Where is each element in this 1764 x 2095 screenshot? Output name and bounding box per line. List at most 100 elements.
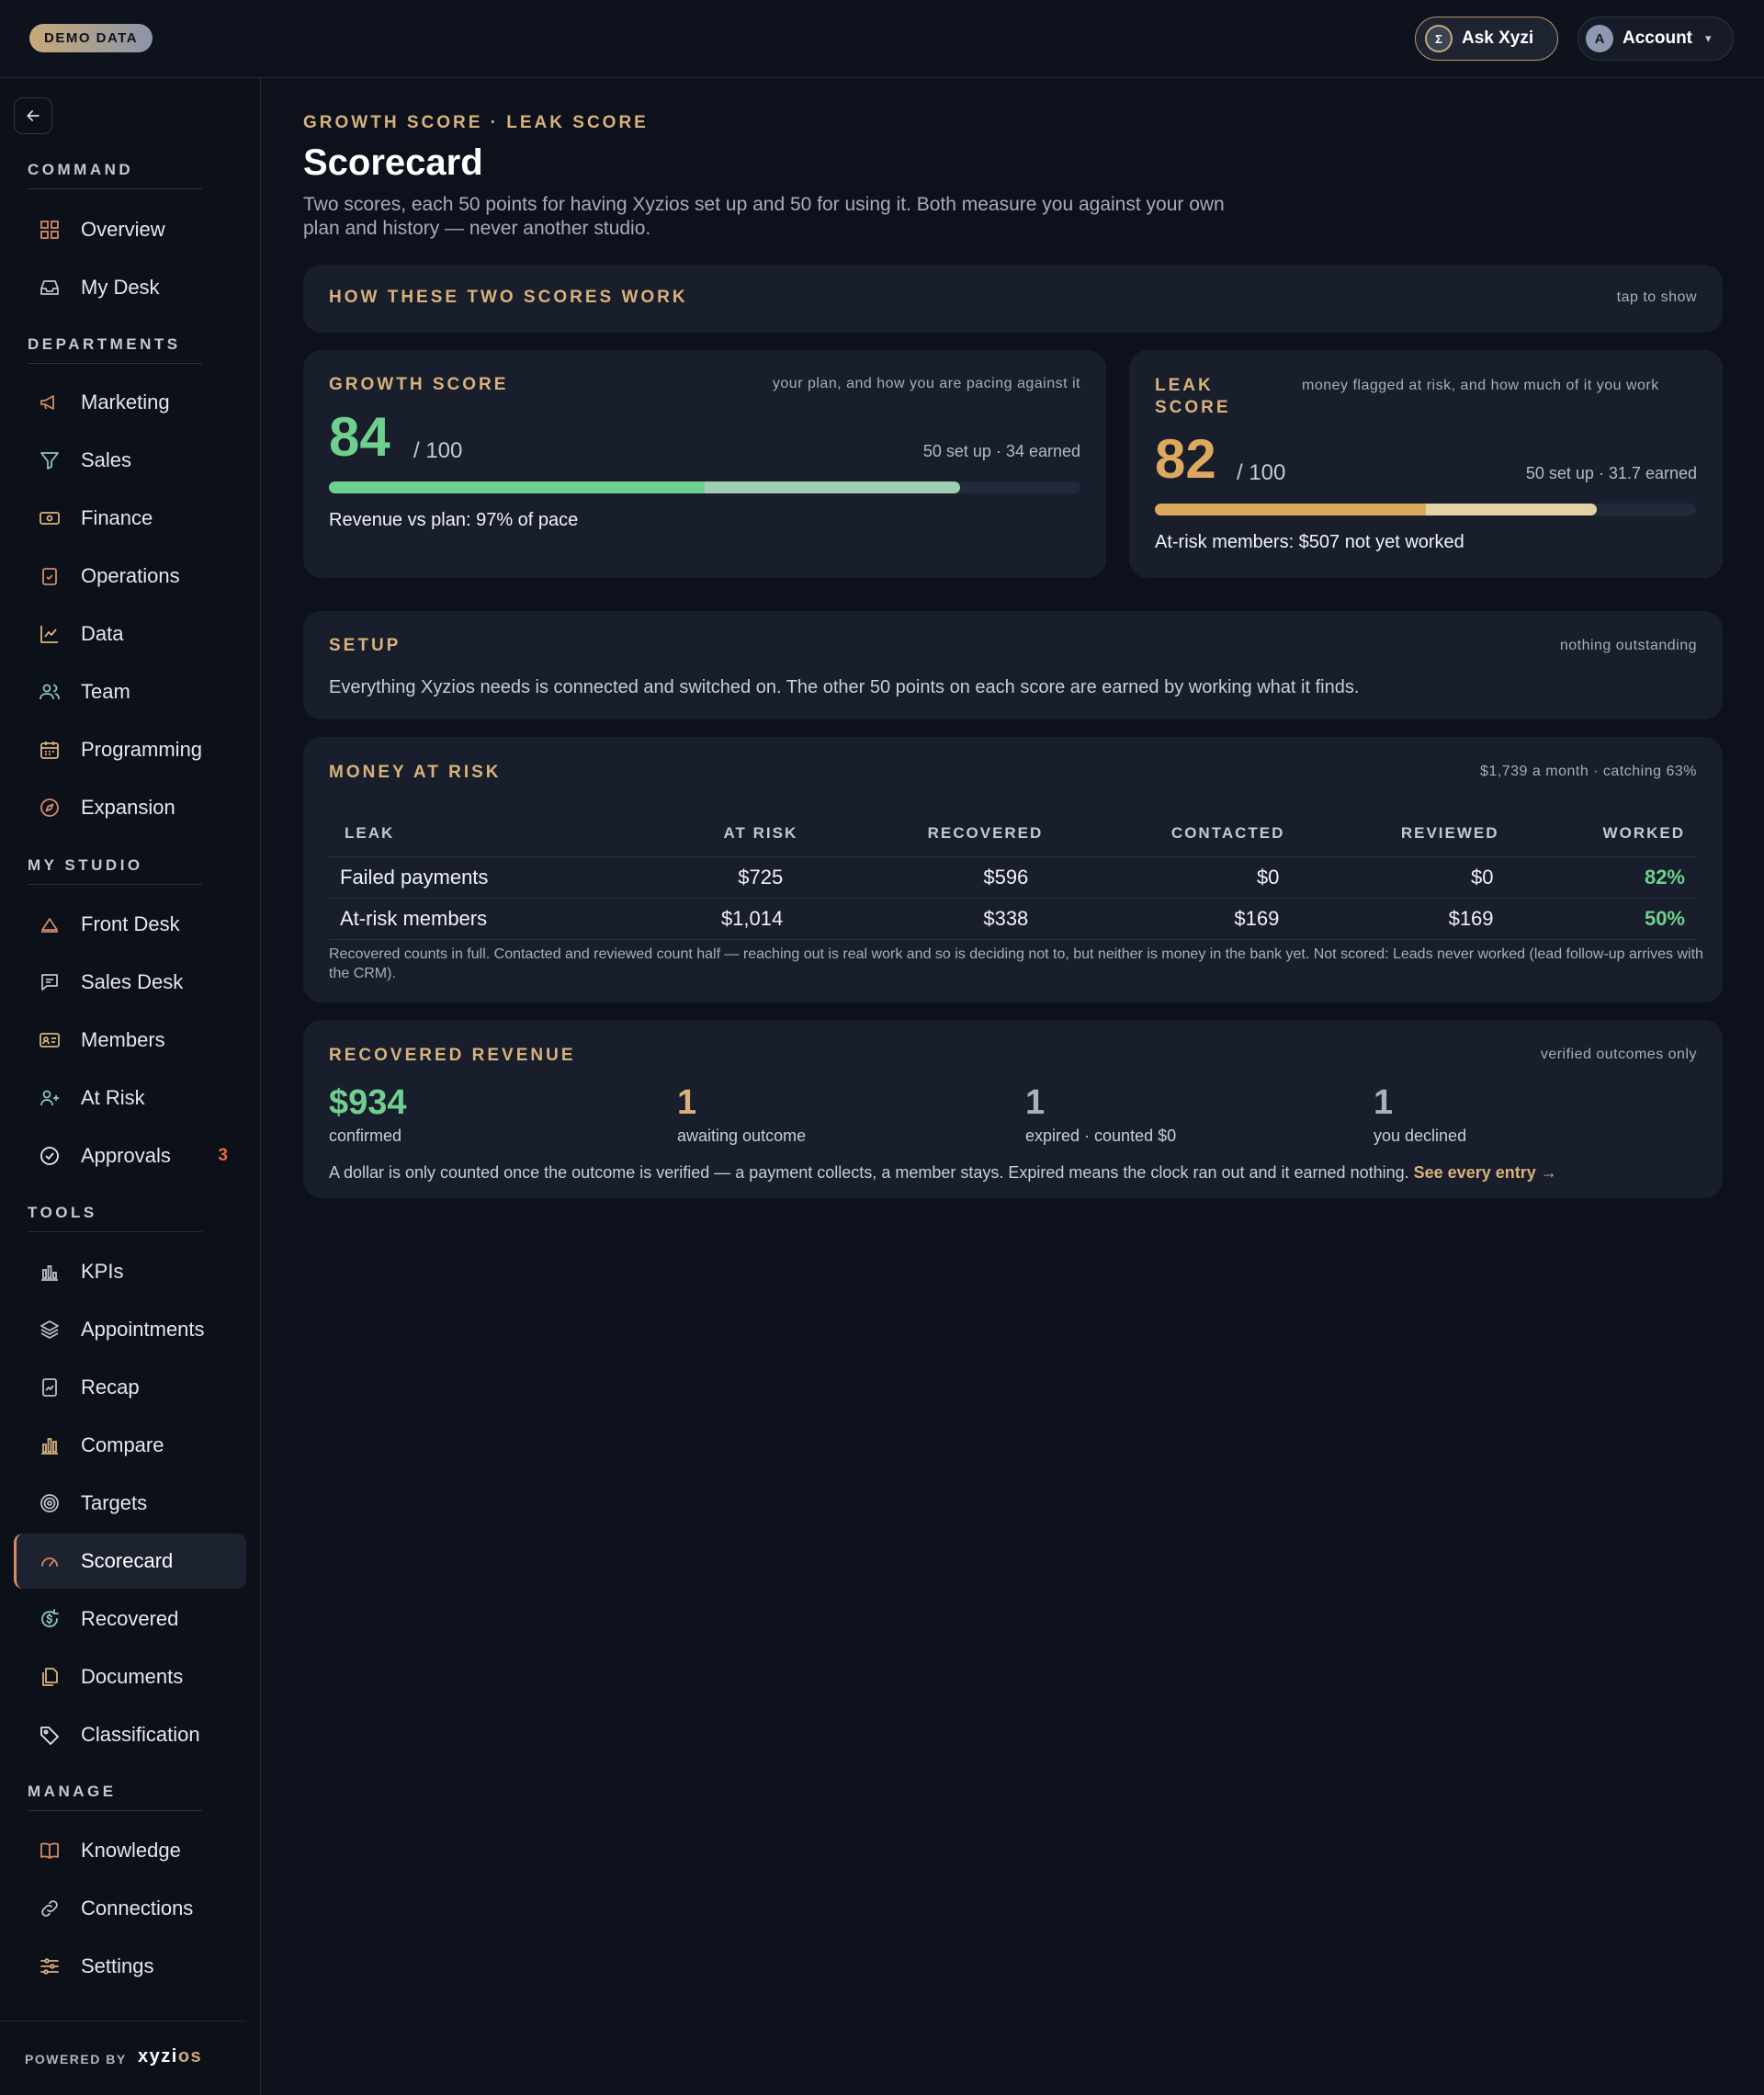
sidebar-item-label: Knowledge <box>81 1839 181 1862</box>
recovered-revenue-explanation: A dollar is only counted once the outcom… <box>329 1163 1409 1182</box>
setup-status: nothing outstanding <box>1559 638 1697 653</box>
sidebar-item-knowledge[interactable]: Knowledge <box>14 1823 246 1878</box>
sidebar-item-label: Settings <box>81 1954 154 1977</box>
sidebar-item-label: Appointments <box>81 1318 205 1341</box>
page-title: Scorecard <box>303 142 483 183</box>
tap-to-show-toggle[interactable]: tap to show <box>1617 289 1697 306</box>
leak-name: Failed payments <box>329 855 633 898</box>
ask-xyzi-button[interactable]: Σ Ask Xyzi <box>1415 17 1558 61</box>
column-header-reviewed: REVIEWED <box>1400 823 1499 842</box>
sidebar-item-appointments[interactable]: Appointments <box>14 1302 246 1357</box>
sidebar-item-label: At Risk <box>81 1086 145 1109</box>
line-chart-icon <box>40 626 58 643</box>
xyzios-logo: xyzios <box>138 2046 203 2067</box>
setup-label: SETUP <box>329 636 401 655</box>
sidebar-item-sales[interactable]: Sales <box>14 433 246 488</box>
sidebar-item-programming[interactable]: Programming <box>14 722 246 777</box>
ask-xyzi-label: Ask Xyzi <box>1462 28 1534 48</box>
money-at-risk-table: LEAK AT RISK RECOVERED CONTACTED REVIEWE… <box>329 810 1696 940</box>
sidebar-item-label: Compare <box>81 1433 164 1456</box>
sidebar-item-at-risk[interactable]: At Risk <box>14 1070 246 1126</box>
table-row[interactable]: At-risk members $1,014 $338 $169 $169 50… <box>329 897 1696 940</box>
sidebar-item-front-desk[interactable]: Front Desk <box>14 897 246 952</box>
xyzi-sigma-icon: Σ <box>1425 25 1453 52</box>
leak-earned-segment <box>1425 504 1598 515</box>
arrow-left-icon <box>27 110 40 121</box>
page-eyebrow: GROWTH SCORE · LEAK SCORE <box>303 113 649 132</box>
clipboard-check-icon <box>42 568 57 585</box>
sidebar-item-documents[interactable]: Documents <box>14 1649 246 1704</box>
how-scores-work-panel[interactable]: HOW THESE TWO SCORES WORK tap to show <box>303 265 1723 333</box>
sidebar-item-connections[interactable]: Connections <box>14 1881 246 1936</box>
account-menu-button[interactable]: A Account ▾ <box>1577 17 1734 61</box>
inbox-icon <box>40 280 59 295</box>
sidebar-item-overview[interactable]: Overview <box>14 202 246 257</box>
sidebar-item-label: Members <box>81 1028 165 1051</box>
sidebar-item-label: Team <box>81 680 130 703</box>
sidebar-item-settings[interactable]: Settings <box>14 1939 246 1994</box>
growth-score-out-of: / 100 <box>413 438 463 463</box>
section-manage: MANAGE <box>28 1783 117 1800</box>
sidebar-item-label: Documents <box>81 1665 184 1688</box>
tag-icon <box>40 1727 59 1745</box>
sidebar-item-targets[interactable]: Targets <box>14 1476 246 1531</box>
sidebar-item-scorecard[interactable]: Scorecard <box>14 1534 246 1589</box>
recovered-value: $596 <box>808 855 1055 898</box>
collapse-sidebar-button[interactable] <box>14 97 52 134</box>
reviewed-value: $169 <box>1295 897 1510 940</box>
recovered-value: $338 <box>808 897 1055 940</box>
sidebar: COMMAND DEPARTMENTS MY STUDIO TOOLS MANA… <box>0 78 261 2095</box>
contacted-value: $169 <box>1054 897 1296 940</box>
leak-setup-segment <box>1155 504 1426 515</box>
grid-icon <box>40 221 59 239</box>
stat-label: expired · counted $0 <box>1025 1127 1177 1145</box>
sidebar-item-finance[interactable]: Finance <box>14 491 246 546</box>
column-header-recovered: RECOVERED <box>927 823 1044 842</box>
leak-score-breakdown: 50 set up · 31.7 earned <box>1525 464 1697 482</box>
sidebar-item-compare[interactable]: Compare <box>14 1418 246 1473</box>
sidebar-item-recovered[interactable]: Recovered <box>14 1591 246 1647</box>
sidebar-item-label: Marketing <box>81 391 170 413</box>
table-row[interactable]: Failed payments $725 $596 $0 $0 82% <box>329 855 1696 898</box>
demo-data-badge: DEMO DATA <box>29 24 153 52</box>
recovered-revenue-label: RECOVERED REVENUE <box>329 1046 576 1065</box>
sidebar-item-team[interactable]: Team <box>14 664 246 719</box>
see-every-entry-link[interactable]: See every entry → <box>1414 1163 1557 1182</box>
reviewed-value: $0 <box>1295 855 1510 898</box>
sidebar-item-my-desk[interactable]: My Desk <box>14 260 246 315</box>
gauge-icon <box>41 1557 58 1567</box>
stat-label: you declined <box>1374 1127 1467 1145</box>
section-my-studio: MY STUDIO <box>28 856 143 874</box>
sidebar-item-classification[interactable]: Classification <box>14 1707 246 1762</box>
sidebar-item-data[interactable]: Data <box>14 606 246 662</box>
sidebar-item-label: Sales <box>81 448 132 471</box>
message-icon <box>41 974 58 991</box>
sidebar-item-label: My Desk <box>81 276 160 299</box>
sidebar-item-kpis[interactable]: KPIs <box>14 1244 246 1299</box>
sidebar-item-label: Overview <box>81 218 165 241</box>
sidebar-item-expansion[interactable]: Expansion <box>14 780 246 835</box>
divider <box>28 188 202 189</box>
column-header-worked: WORKED <box>1602 823 1685 842</box>
divider <box>28 1810 202 1811</box>
columns-chart-icon <box>41 1438 58 1455</box>
approvals-count-badge: 3 <box>218 1146 228 1165</box>
sidebar-item-recap[interactable]: Recap <box>14 1360 246 1415</box>
sidebar-item-label: Finance <box>81 506 153 529</box>
book-icon <box>40 1842 59 1859</box>
growth-setup-segment <box>329 481 705 493</box>
check-circle-icon <box>40 1147 59 1165</box>
account-label: Account <box>1623 28 1692 48</box>
link-icon <box>41 1900 58 1917</box>
sidebar-item-approvals[interactable]: Approvals 3 <box>14 1128 246 1183</box>
sidebar-item-sales-desk[interactable]: Sales Desk <box>14 955 246 1010</box>
target-icon <box>40 1494 59 1512</box>
sidebar-item-marketing[interactable]: Marketing <box>14 375 246 430</box>
sidebar-item-operations[interactable]: Operations <box>14 549 246 604</box>
stat-label: confirmed <box>329 1127 402 1145</box>
stat-value: 1 <box>677 1083 697 1122</box>
money-at-risk-card: MONEY AT RISK $1,739 a month · catching … <box>303 737 1723 1002</box>
calendar-icon <box>40 742 59 759</box>
recovered-revenue-card: RECOVERED REVENUE verified outcomes only… <box>303 1020 1723 1198</box>
sidebar-item-members[interactable]: Members <box>14 1013 246 1068</box>
